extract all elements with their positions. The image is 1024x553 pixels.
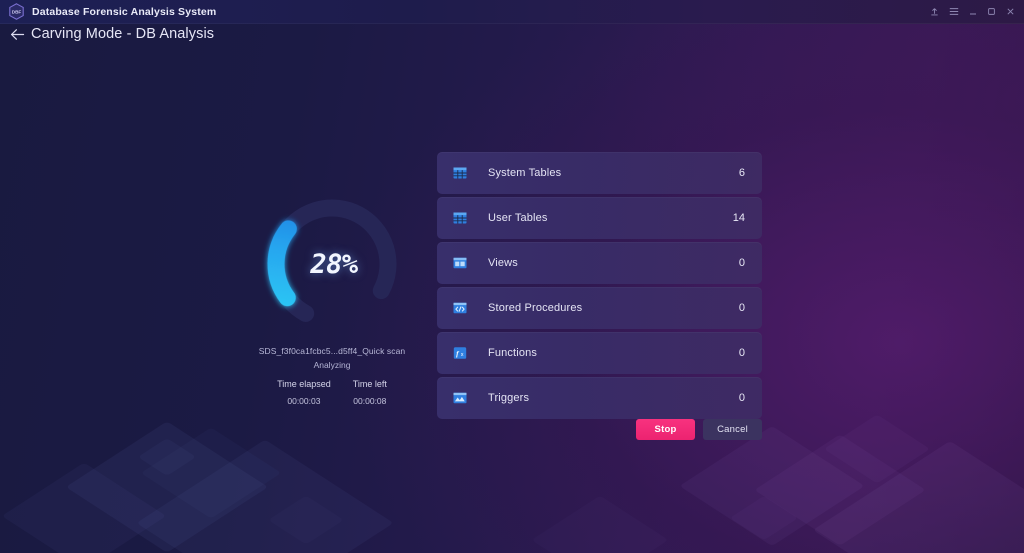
list-item[interactable]: Triggers 0 (437, 377, 762, 419)
trigger-chart-icon (453, 391, 467, 405)
list-item[interactable]: f x Functions 0 (437, 332, 762, 374)
svg-text:DBF: DBF (12, 10, 22, 15)
page-title: Carving Mode - DB Analysis (31, 26, 215, 42)
list-item-label: User Tables (488, 212, 548, 224)
cancel-button[interactable]: Cancel (703, 419, 762, 440)
list-item[interactable]: User Tables 14 (437, 197, 762, 239)
breadcrumb[interactable]: Carving Mode - DB Analysis (10, 26, 214, 42)
app-title: Database Forensic Analysis System (32, 5, 217, 18)
list-item-label: System Tables (488, 167, 562, 179)
function-fx-icon: f x (453, 346, 467, 360)
list-item-value: 0 (738, 392, 745, 404)
list-item-label: Stored Procedures (488, 302, 583, 314)
list-item-label: Functions (488, 347, 538, 359)
back-arrow-icon[interactable] (10, 28, 25, 41)
scan-status: Analyzing (313, 360, 351, 370)
list-item-value: 6 (738, 167, 745, 179)
object-counts-list: System Tables 6 User Tables 14 Views 0 S… (437, 152, 762, 419)
minimize-icon[interactable] (963, 2, 982, 22)
list-item[interactable]: Stored Procedures 0 (437, 287, 762, 329)
list-item-value: 14 (732, 212, 745, 224)
time-left: Time left 00:00:08 (353, 379, 387, 406)
list-item-value: 0 (738, 347, 745, 359)
list-item-value: 0 (738, 302, 745, 314)
list-item[interactable]: Views 0 (437, 242, 762, 284)
code-brackets-icon (453, 301, 467, 315)
upload-icon[interactable] (925, 2, 944, 22)
list-item-label: Views (488, 257, 518, 269)
list-item-value: 0 (738, 257, 745, 269)
svg-text:x: x (461, 352, 464, 358)
table-grid-icon (453, 211, 467, 225)
app-logo-icon: DBF (8, 3, 25, 20)
maximize-icon[interactable] (982, 2, 1001, 22)
time-left-value: 00:00:08 (353, 396, 387, 406)
menu-icon[interactable] (944, 2, 963, 22)
scan-file-name: SDS_f3f0ca1fcbc5...d5ff4_Quick scan (258, 346, 406, 356)
time-elapsed-value: 00:00:03 (287, 396, 321, 406)
app-window: DBF Database Forensic Analysis System Ca… (0, 0, 1024, 553)
progress-percent: 28% (310, 248, 358, 280)
main-content: 28% SDS_f3f0ca1fcbc5...d5ff4_Quick scan … (0, 24, 1024, 553)
list-item[interactable]: System Tables 6 (437, 152, 762, 194)
list-item-label: Triggers (488, 392, 530, 404)
table-grid-icon (453, 166, 467, 180)
time-elapsed-label: Time elapsed (277, 379, 331, 389)
close-icon[interactable] (1001, 2, 1020, 22)
time-elapsed: Time elapsed 00:00:03 (277, 379, 331, 406)
progress-ring: 28% (260, 192, 404, 336)
action-buttons: Stop Cancel (437, 419, 762, 440)
time-info: Time elapsed 00:00:03 Time left 00:00:08 (277, 379, 387, 406)
stop-button[interactable]: Stop (636, 419, 695, 440)
scan-progress-panel: 28% SDS_f3f0ca1fcbc5...d5ff4_Quick scan … (222, 192, 442, 406)
time-left-label: Time left (352, 379, 387, 389)
title-bar: DBF Database Forensic Analysis System (0, 0, 1024, 24)
view-window-icon (453, 256, 467, 270)
window-controls (925, 2, 1024, 22)
